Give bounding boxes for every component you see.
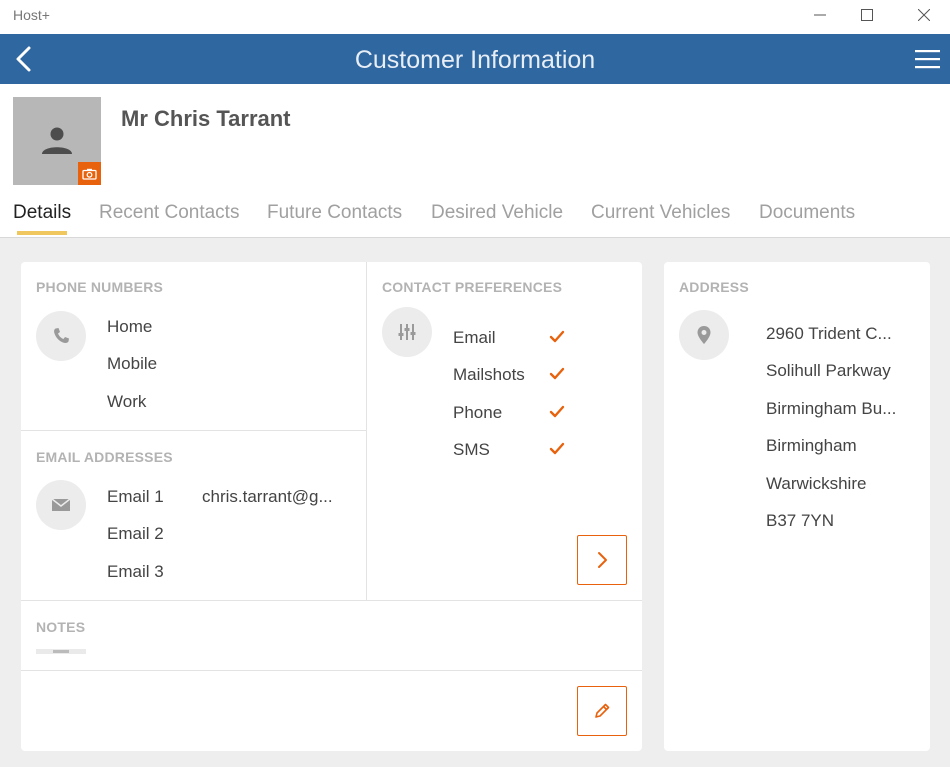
maximize-button[interactable] — [844, 0, 890, 30]
details-card: PHONE NUMBERS Home Mobile Work EMAIL ADD… — [21, 262, 642, 751]
email-3-label: Email 3 — [107, 562, 164, 581]
address-line-5: Warwickshire — [766, 474, 867, 493]
details-content: PHONE NUMBERS Home Mobile Work EMAIL ADD… — [0, 238, 950, 767]
email-2-label: Email 2 — [107, 524, 164, 543]
envelope-icon — [51, 498, 71, 511]
minimize-icon — [814, 14, 826, 16]
active-tab-indicator — [17, 231, 67, 235]
chevron-right-icon — [598, 552, 607, 568]
pref-email-check-icon[interactable] — [549, 330, 565, 344]
maximize-icon — [861, 9, 873, 21]
camera-icon — [82, 168, 97, 180]
sliders-icon — [398, 324, 416, 340]
notes-label: NOTES — [36, 619, 86, 635]
phone-mobile[interactable]: Mobile — [107, 354, 157, 374]
divider — [21, 600, 642, 601]
notes-resize-handle[interactable] — [36, 649, 86, 654]
address-label: ADDRESS — [679, 279, 749, 295]
divider — [21, 430, 366, 431]
phone-icon — [54, 328, 69, 344]
divider — [21, 670, 642, 671]
close-button[interactable] — [901, 0, 947, 30]
pref-phone-check-icon[interactable] — [549, 405, 565, 419]
tab-details[interactable]: Details — [13, 202, 71, 224]
address-icon-circle — [679, 310, 729, 360]
pref-sms-check-icon[interactable] — [549, 442, 565, 456]
phone-home[interactable]: Home — [107, 317, 152, 337]
contact-preferences-label: CONTACT PREFERENCES — [382, 279, 563, 295]
hamburger-menu-icon — [915, 50, 940, 69]
tab-bar: Details Recent Contacts Future Contacts … — [0, 196, 950, 238]
person-icon — [42, 127, 72, 154]
preferences-icon-circle — [382, 307, 432, 357]
address-line-3: Birmingham Bu... — [766, 399, 897, 418]
column-divider — [366, 262, 367, 600]
chevron-left-icon — [16, 46, 31, 72]
email-icon-circle — [36, 480, 86, 530]
address-line-1: 2960 Trident C... — [766, 324, 892, 343]
menu-button[interactable] — [914, 47, 942, 71]
app-name: Host+ — [13, 7, 50, 23]
minimize-button[interactable] — [797, 0, 843, 30]
address-line-6: B37 7YN — [766, 511, 835, 530]
window-titlebar: Host+ — [0, 0, 950, 34]
phone-numbers-label: PHONE NUMBERS — [36, 279, 164, 295]
pencil-icon — [595, 703, 610, 718]
email-addresses-label: EMAIL ADDRESSES — [36, 449, 173, 465]
pref-sms-label: SMS — [453, 440, 490, 459]
pref-mailshots-check-icon[interactable] — [549, 367, 565, 381]
app-header: Customer Information — [0, 34, 950, 84]
close-icon — [918, 9, 930, 21]
phone-icon-circle — [36, 311, 86, 361]
tab-current-vehicles[interactable]: Current Vehicles — [591, 202, 730, 224]
customer-avatar — [13, 97, 101, 185]
location-pin-icon — [697, 326, 711, 344]
tab-desired-vehicle[interactable]: Desired Vehicle — [431, 202, 563, 224]
back-button[interactable] — [10, 44, 40, 74]
tab-recent-contacts[interactable]: Recent Contacts — [99, 202, 239, 224]
change-photo-button[interactable] — [78, 162, 101, 185]
pref-mailshots-label: Mailshots — [453, 365, 525, 384]
email-1-label: Email 1 — [107, 487, 164, 506]
pref-email-label: Email — [453, 328, 496, 347]
tab-future-contacts[interactable]: Future Contacts — [267, 202, 402, 224]
email-1-value[interactable]: chris.tarrant@g... — [202, 487, 333, 507]
edit-button[interactable] — [577, 686, 627, 736]
customer-name: Mr Chris Tarrant — [121, 106, 291, 131]
phone-work[interactable]: Work — [107, 392, 146, 412]
tab-documents[interactable]: Documents — [759, 202, 855, 224]
address-card: ADDRESS 2960 Trident C... Solihull Parkw… — [664, 262, 930, 751]
page-title: Customer Information — [354, 46, 596, 74]
pref-phone-label: Phone — [453, 403, 503, 422]
address-line-2: Solihull Parkway — [766, 361, 891, 380]
address-line-4: Birmingham — [766, 436, 857, 455]
preferences-next-button[interactable] — [577, 535, 627, 585]
